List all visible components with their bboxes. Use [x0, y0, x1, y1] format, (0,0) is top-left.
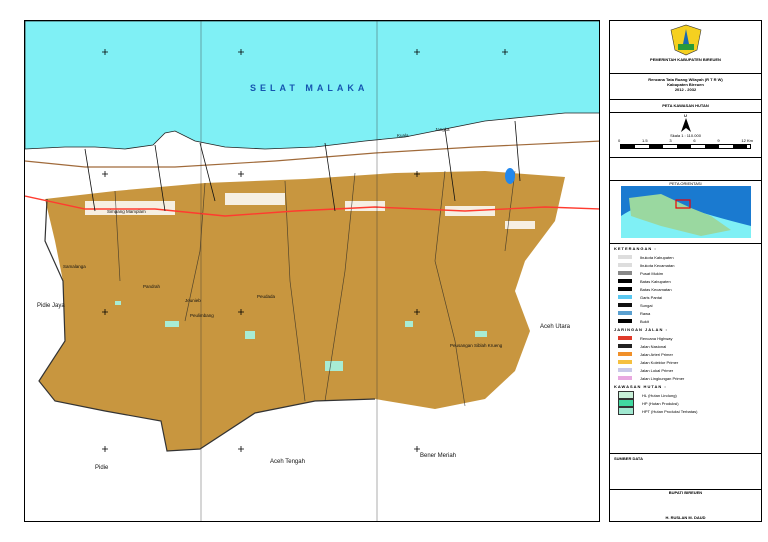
place-label: Peudada: [257, 294, 276, 299]
forest-title: KAWASAN HUTAN :: [614, 384, 667, 389]
legend-item-symbol: [618, 319, 632, 323]
place-label: Jeunieb: [185, 298, 201, 303]
header-section: PEMERINTAH KABUPATEN BIREUEN: [610, 21, 761, 74]
legend-item-symbol: [618, 255, 632, 259]
road-legend-item-symbol: [618, 352, 632, 356]
signer-name: H. RUSLAN M. DAUD: [665, 515, 706, 520]
forest-legend-item-label: HP (Hutan Produksi): [642, 400, 679, 406]
legend-item-label: Pusat Mukim: [640, 270, 664, 276]
inset-section: PETA ORIENTASI: [610, 181, 761, 244]
plan-section: Rencana Tata Ruang Wilayah (R T R W) Kab…: [610, 74, 761, 100]
place-label: Peusangan Siblah Krueng: [450, 343, 503, 348]
sources-title: SUMBER DATA: [614, 456, 643, 461]
legend-item: Ibukota Kabupaten: [610, 253, 761, 261]
scale-tick: 9: [717, 138, 720, 143]
legend-item-label: Batas Kecamatan: [640, 286, 672, 292]
road-legend-item: Jalan Lingkungan Primer: [610, 374, 761, 382]
road-legend-item-label: Jalan Arteri Primer: [640, 351, 673, 357]
legend-item: Sungai: [610, 301, 761, 309]
legend-item-symbol: [618, 279, 632, 283]
north-arrow-icon: [680, 118, 691, 132]
road-legend-item: Jalan Lokal Primer: [610, 366, 761, 374]
legend-item-label: Ibukota Kabupaten: [640, 254, 674, 260]
agency-name: PEMERINTAH KABUPATEN BIREUEN: [650, 57, 721, 62]
road-legend-item: Jalan Arteri Primer: [610, 350, 761, 358]
legend-item: Garis Pantai: [610, 293, 761, 301]
forest-legend-item: HP (Hutan Produksi): [610, 399, 761, 407]
legend-item-label: Bukit: [640, 318, 649, 324]
road-legend-item-symbol: [618, 368, 632, 372]
place-label: Peulimbang: [190, 313, 214, 318]
forest-legend-item-label: HPT (Hutan Produksi Terbatas): [642, 408, 698, 414]
map-canvas: [25, 21, 599, 521]
sea-label: SELAT MALAKA: [250, 83, 369, 93]
map-area[interactable]: SELAT MALAKA Samalanga Pandrah Jeunieb P…: [24, 20, 600, 522]
legend-item-symbol: [618, 287, 632, 291]
scale-bar: [620, 144, 751, 149]
roads-title: JARINGAN JALAN :: [614, 327, 668, 332]
road-legend-item: Rencana Highway: [610, 334, 761, 342]
road-legend-item-label: Jalan Lokal Primer: [640, 367, 674, 373]
forest-legend-item-label: HL (Hutan Lindung): [642, 392, 677, 398]
road-legend-item-symbol: [618, 360, 632, 364]
neighbor-label: Aceh Tengah: [270, 459, 305, 465]
legend-item: Rawa: [610, 309, 761, 317]
legend-item: Bukit: [610, 317, 761, 325]
scale-tick: 3: [669, 138, 672, 143]
place-label: Samalanga: [63, 264, 86, 269]
legend-item-label: Rawa: [640, 310, 651, 316]
neighbor-label: Aceh Utara: [540, 324, 571, 330]
road-legend-item-symbol: [618, 336, 632, 340]
legend-item-label: Sungai: [640, 302, 653, 308]
legend-item: Pusat Mukim: [610, 269, 761, 277]
neighbor-label: Bener Meriah: [420, 453, 457, 459]
legend-panel: PEMERINTAH KABUPATEN BIREUEN Rencana Tat…: [609, 20, 762, 522]
scale-tick: 0: [618, 138, 621, 143]
place-label: Kuala: [397, 133, 409, 138]
legend-item-symbol: [618, 295, 632, 299]
sources-section: SUMBER DATA: [610, 453, 761, 489]
approval-section: BUPATI BIREUEN H. RUSLAN M. DAUD: [610, 489, 761, 524]
road-legend-item-label: Jalan Lingkungan Primer: [640, 375, 685, 381]
legend-item-label: Ibukota Kecamatan: [640, 262, 675, 268]
legend-item: Batas Kabupaten: [610, 277, 761, 285]
neighbor-label: Pidie: [95, 465, 109, 471]
legend-item: Ibukota Kecamatan: [610, 261, 761, 269]
place-label: Simpang Mamplam: [107, 209, 146, 214]
map-title: PETA KAWASAN HUTAN: [610, 100, 761, 113]
legend-title: KETERANGAN :: [614, 246, 657, 251]
neighbor-label: Pidie Jaya: [37, 303, 65, 309]
forest-legend-item-symbol: [618, 407, 634, 415]
legend-item-label: Garis Pantai: [640, 294, 663, 300]
forest-legend-item: HL (Hutan Lindung): [610, 391, 761, 399]
legend-item-symbol: [618, 311, 632, 315]
legend-item-label: Batas Kabupaten: [640, 278, 671, 284]
legend-item-symbol: [618, 271, 632, 275]
forest-legend-item: HPT (Hutan Produksi Terbatas): [610, 407, 761, 415]
forest-legend-item-symbol: [618, 391, 634, 399]
plan-years: 2012 - 2032: [674, 87, 697, 92]
place-label: Jangka: [435, 127, 450, 132]
regency-emblem-icon: [670, 24, 701, 56]
legend-item-symbol: [618, 303, 632, 307]
north-scale-section: U Skala 1 : 110.000 0 1.5 3 6 9 12 Km: [610, 113, 761, 158]
scale-tick: 6: [693, 138, 696, 143]
legend-item: Batas Kecamatan: [610, 285, 761, 293]
legend-item-symbol: [618, 263, 632, 267]
road-legend-item-symbol: [618, 376, 632, 380]
approval-title: BUPATI BIREUEN: [668, 490, 703, 495]
place-label: Pandrah: [143, 284, 161, 289]
road-legend-item-label: Jalan Nasional: [640, 343, 667, 349]
road-legend-item-label: Jalan Kolektor Primer: [640, 359, 679, 365]
scale-tick: 1.5: [642, 138, 648, 143]
road-legend-item: Jalan Kolektor Primer: [610, 358, 761, 366]
lake: [505, 168, 515, 184]
inset-map: [620, 186, 751, 238]
road-legend-item-symbol: [618, 344, 632, 348]
road-legend-item-label: Rencana Highway: [640, 335, 673, 341]
forest-legend-item-symbol: [618, 399, 634, 407]
scale-tick: 12 Km: [741, 138, 753, 143]
road-legend-item: Jalan Nasional: [610, 342, 761, 350]
source-info: [610, 158, 761, 181]
